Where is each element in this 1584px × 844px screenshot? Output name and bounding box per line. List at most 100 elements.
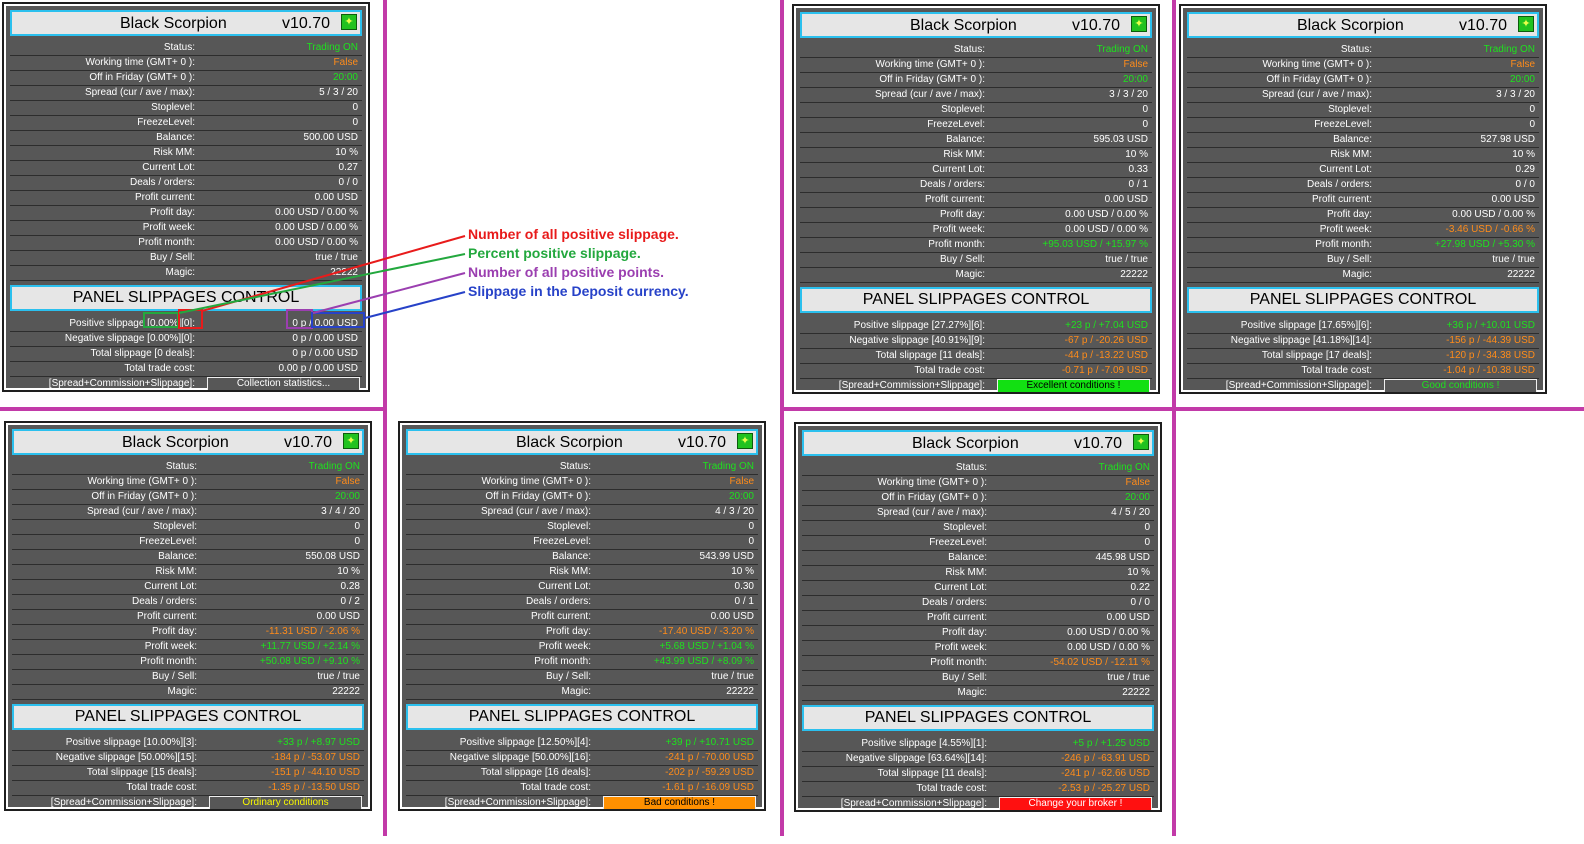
stats-table: Status: Trading ON Working time (GMT+ 0 ):… — [1187, 43, 1539, 283]
negative-slippage-row-value: -246 p / -63.91 USD — [1061, 753, 1150, 764]
profit-current-row: Profit current: 0.00 USD — [12, 610, 364, 625]
magic-row-value: 22222 — [1122, 687, 1150, 698]
off-friday-row-value: 20:00 — [1509, 74, 1535, 85]
freezelevel-row-label: FreezeLevel: — [137, 117, 195, 128]
spread-row-label: Spread (cur / ave / max): — [876, 507, 987, 518]
conditions-value-wrap: Bad conditions ! — [595, 796, 758, 810]
conditions-row-label: [Spread+Commission+Slippage]: — [1225, 380, 1372, 391]
settings-icon[interactable]: ✦ — [343, 433, 359, 449]
total-trade-cost-row-value: -2.53 p / -25.27 USD — [1058, 783, 1150, 794]
current-lot-row-label: Current Lot: — [934, 582, 987, 593]
working-time-row-value: False — [1123, 59, 1148, 70]
conditions-row-label: [Spread+Commission+Slippage]: — [444, 797, 591, 808]
settings-icon[interactable]: ✦ — [737, 433, 753, 449]
highlight-points-positive — [286, 309, 313, 329]
status-row: Status: Trading ON — [802, 461, 1154, 476]
current-lot-row: Current Lot: 0.33 — [800, 163, 1152, 178]
profit-day-row-value: 0.00 USD / 0.00 % — [1065, 209, 1148, 220]
current-lot-row-value: 0.30 — [734, 581, 754, 592]
profit-month-row-value: -54.02 USD / -12.11 % — [1050, 657, 1150, 668]
conditions-button[interactable]: Collection statistics... — [207, 377, 360, 391]
current-lot-row-value: 0.27 — [338, 162, 358, 173]
profit-month-row: Profit month: +43.99 USD / +8.09 % — [406, 655, 758, 670]
total-trade-cost-row-label: Total trade cost: — [124, 363, 195, 374]
buy-sell-row-label: Buy / Sell: — [151, 671, 197, 682]
spread-row-label: Spread (cur / ave / max): — [1261, 89, 1372, 100]
trading-panel-1: Black Scorpion v10.70 ✦ Status: Trading O… — [2, 2, 370, 392]
status-row: Status: Trading ON — [800, 43, 1152, 58]
conditions-row: [Spread+Commission+Slippage]: Bad conditi… — [406, 796, 758, 811]
conditions-value-wrap: Collection statistics... — [199, 377, 362, 391]
balance-row-label: Balance: — [158, 551, 197, 562]
balance-row-value: 595.03 USD — [1093, 134, 1148, 145]
off-friday-row-value: 20:00 — [1122, 74, 1148, 85]
stoplevel-row-value: 0 — [1144, 522, 1150, 533]
working-time-row: Working time (GMT+ 0 ): False — [1187, 58, 1539, 73]
status-row-label: Status: — [559, 461, 591, 472]
profit-current-row: Profit current: 0.00 USD — [802, 611, 1154, 626]
risk-mm-row: Risk MM: 10 % — [802, 566, 1154, 581]
status-row: Status: Trading ON — [12, 460, 364, 475]
buy-sell-row-value: true / true — [317, 671, 360, 682]
risk-mm-row: Risk MM: 10 % — [10, 146, 362, 161]
working-time-row-value: False — [729, 476, 754, 487]
settings-icon[interactable]: ✦ — [1518, 16, 1534, 32]
total-slippage-row-value: -120 p / -34.38 USD — [1446, 350, 1535, 361]
panel-version: v10.70 — [1072, 17, 1121, 34]
profit-current-row-label: Profit current: — [134, 192, 195, 203]
off-friday-row-value: 20:00 — [1124, 492, 1150, 503]
panel-header: Black Scorpion v10.70 ✦ — [12, 429, 364, 455]
off-friday-row: Off in Friday (GMT+ 0 ): 20:00 — [12, 490, 364, 505]
settings-icon[interactable]: ✦ — [1133, 434, 1149, 450]
total-slippage-row: Total slippage [17 deals]: -120 p / -34.3… — [1187, 349, 1539, 364]
conditions-button[interactable]: Good conditions ! — [1384, 379, 1537, 393]
deals-orders-row: Deals / orders: 0 / 1 — [800, 178, 1152, 193]
conditions-value-wrap: Change your broker ! — [991, 797, 1154, 811]
balance-row: Balance: 527.98 USD — [1187, 133, 1539, 148]
panel-title: Black Scorpion — [120, 15, 227, 32]
spread-row: Spread (cur / ave / max): 3 / 3 / 20 — [1187, 88, 1539, 103]
working-time-row-label: Working time (GMT+ 0 ): — [87, 476, 197, 487]
panel-version: v10.70 — [1074, 435, 1123, 452]
magic-row-value: 22222 — [726, 686, 754, 697]
stoplevel-row-label: Stoplevel: — [941, 104, 985, 115]
freezelevel-row: FreezeLevel: 0 — [802, 536, 1154, 551]
working-time-row-label: Working time (GMT+ 0 ): — [85, 57, 195, 68]
profit-week-row-label: Profit week: — [934, 642, 987, 653]
conditions-button[interactable]: Excellent conditions ! — [997, 379, 1150, 393]
settings-icon[interactable]: ✦ — [1131, 16, 1147, 32]
balance-row-value: 527.98 USD — [1480, 134, 1535, 145]
risk-mm-row: Risk MM: 10 % — [406, 565, 758, 580]
profit-month-row-label: Profit month: — [138, 237, 195, 248]
conditions-button[interactable]: Ordinary conditions — [209, 796, 362, 810]
working-time-row-value: False — [333, 57, 358, 68]
current-lot-row-value: 0.29 — [1515, 164, 1535, 175]
settings-icon[interactable]: ✦ — [341, 14, 357, 30]
working-time-row-label: Working time (GMT+ 0 ): — [481, 476, 591, 487]
profit-month-row: Profit month: +95.03 USD / +15.97 % — [800, 238, 1152, 253]
negative-slippage-row: Negative slippage [63.64%][14]: -246 p / … — [802, 752, 1154, 767]
profit-day-row: Profit day: 0.00 USD / 0.00 % — [10, 206, 362, 221]
risk-mm-row: Risk MM: 10 % — [12, 565, 364, 580]
negative-slippage-row-value: -156 p / -44.39 USD — [1446, 335, 1535, 346]
balance-row-value: 550.08 USD — [305, 551, 360, 562]
conditions-button[interactable]: Change your broker ! — [999, 797, 1152, 811]
freezelevel-row-label: FreezeLevel: — [927, 119, 985, 130]
negative-slippage-row-label: Negative slippage [40.91%][9]: — [849, 335, 985, 346]
total-trade-cost-row-value: -1.61 p / -16.09 USD — [662, 782, 754, 793]
negative-slippage-row: Negative slippage [0.00%][0]: 0 p / 0.00 … — [10, 332, 362, 347]
magic-row-label: Magic: — [165, 267, 195, 278]
total-slippage-row-value: 0 p / 0.00 USD — [292, 348, 358, 359]
off-friday-row: Off in Friday (GMT+ 0 ): 20:00 — [10, 71, 362, 86]
panel-version: v10.70 — [282, 15, 331, 32]
positive-slippage-row: Positive slippage [12.50%][4]: +39 p / +1… — [406, 736, 758, 751]
profit-week-row-value: 0.00 USD / 0.00 % — [275, 222, 358, 233]
freezelevel-row-value: 0 — [1144, 537, 1150, 548]
annotation-points-positive: Number of all positive points. — [468, 264, 665, 280]
current-lot-row-value: 0.22 — [1130, 582, 1150, 593]
profit-current-row-label: Profit current: — [530, 611, 591, 622]
trading-panel-4: Black Scorpion v10.70 ✦ Status: Trading O… — [4, 421, 372, 811]
conditions-button[interactable]: Bad conditions ! — [603, 796, 756, 810]
panel-header: Black Scorpion v10.70 ✦ — [1187, 12, 1539, 38]
spread-row-value: 3 / 4 / 20 — [321, 506, 360, 517]
